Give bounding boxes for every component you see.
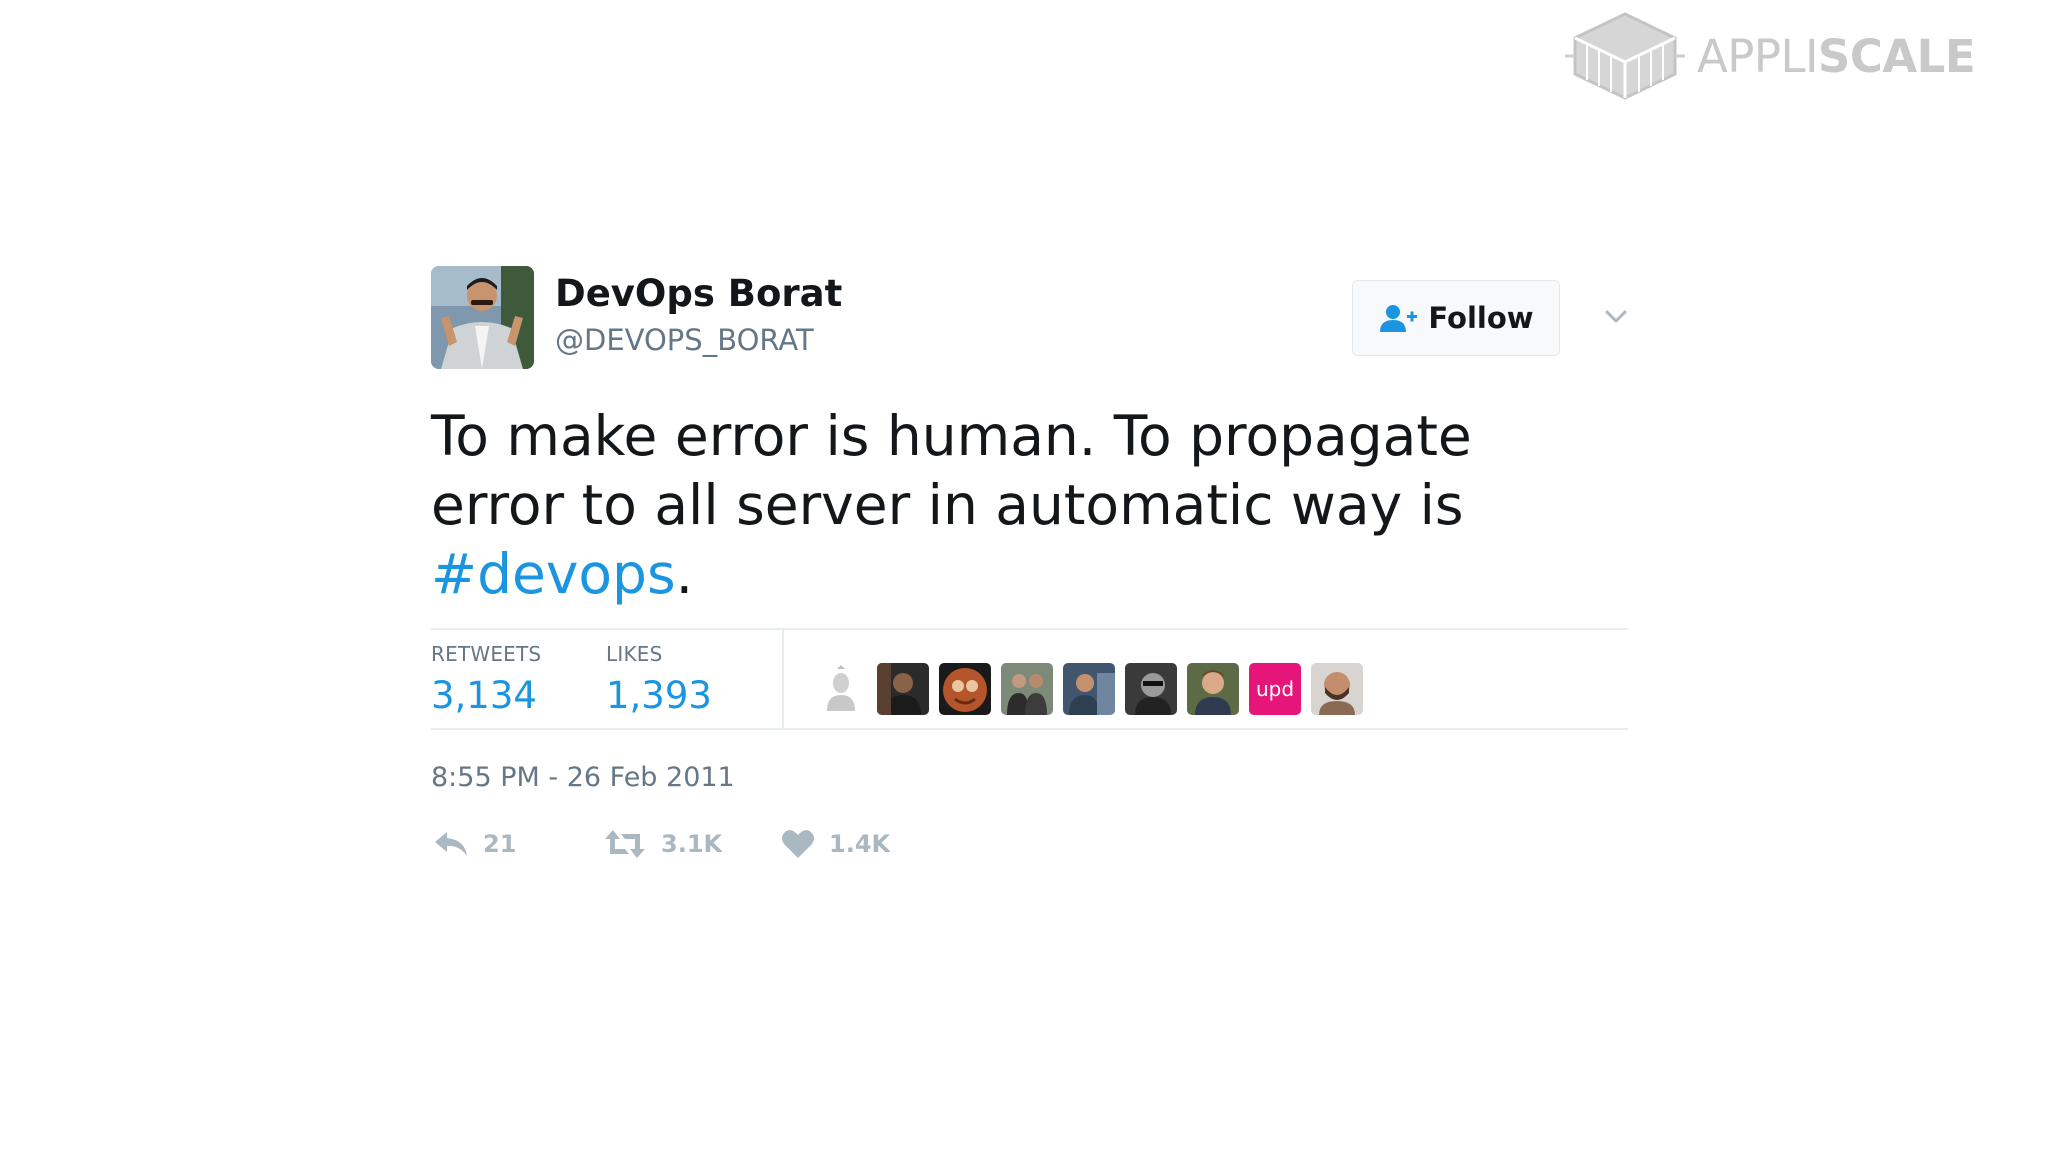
tweet-stats: RETWEETS 3,134 LIKES 1,393 upd — [431, 628, 1628, 728]
tweet-text: To make error is human. To propagate err… — [431, 402, 1628, 609]
author-handle[interactable]: @DEVOPS_BORAT — [555, 323, 814, 357]
like-button[interactable]: 1.4K — [781, 828, 890, 860]
tweet-header: DevOps Borat @DEVOPS_BORAT Follow — [431, 266, 1628, 371]
follow-button[interactable]: Follow — [1352, 280, 1560, 356]
author-display-name[interactable]: DevOps Borat — [555, 272, 842, 315]
tweet-actions: 21 3.1K 1.4K — [431, 828, 1031, 868]
profile-photo — [431, 266, 534, 369]
retweet-count: 3.1K — [661, 830, 723, 858]
liker-avatar[interactable] — [939, 663, 991, 715]
tweet-text-line: error to all server in automatic way is — [431, 473, 1464, 537]
user-avatar — [1311, 663, 1363, 715]
user-avatar — [1187, 663, 1239, 715]
liker-avatar[interactable] — [1125, 663, 1177, 715]
user-avatar — [939, 663, 991, 715]
divider — [431, 628, 1628, 630]
hashtag-link[interactable]: #devops — [431, 542, 676, 606]
likes-stat[interactable]: LIKES 1,393 — [606, 642, 712, 717]
heart-icon — [782, 830, 814, 858]
default-egg-avatar — [815, 663, 867, 715]
liker-avatar[interactable] — [815, 663, 867, 715]
retweets-count: 3,134 — [431, 674, 537, 717]
user-avatar — [877, 663, 929, 715]
user-avatar — [1125, 663, 1177, 715]
reply-icon — [435, 832, 467, 856]
slide: APPLISCALE DevOps Borat @DEVOPS_BORAT Fo… — [0, 0, 2048, 1152]
tweet-menu-button[interactable] — [1601, 302, 1631, 332]
chevron-down-icon — [1605, 310, 1627, 323]
likes-count: 1,393 — [606, 674, 712, 717]
liker-avatar[interactable] — [877, 663, 929, 715]
user-avatar — [1063, 663, 1115, 715]
stats-separator — [782, 628, 784, 728]
tweet-text-trailing: . — [675, 542, 694, 606]
reply-count: 21 — [483, 830, 517, 858]
likes-label: LIKES — [606, 642, 663, 666]
divider — [431, 728, 1628, 730]
retweets-label: RETWEETS — [431, 642, 542, 666]
brand-wordmark: APPLISCALE — [1697, 34, 1976, 79]
upd-logo-text: upd — [1256, 677, 1294, 701]
retweet-icon — [605, 830, 645, 858]
liker-avatar[interactable] — [1187, 663, 1239, 715]
liker-avatar[interactable]: upd — [1249, 663, 1301, 715]
appliscale-logo: APPLISCALE — [1565, 10, 1976, 102]
liker-avatar[interactable] — [1063, 663, 1115, 715]
upd-logo-avatar: upd — [1249, 663, 1301, 715]
tweet-card: DevOps Borat @DEVOPS_BORAT Follow To mak… — [431, 266, 1628, 858]
user-avatar — [1001, 663, 1053, 715]
reply-button[interactable]: 21 — [433, 828, 516, 860]
avatar[interactable] — [431, 266, 534, 369]
follow-button-label: Follow — [1428, 301, 1534, 335]
isometric-box-logo-icon — [1565, 12, 1685, 100]
add-user-icon — [1380, 305, 1418, 332]
tweet-text-line: #devops. — [431, 540, 1628, 609]
retweets-stat[interactable]: RETWEETS 3,134 — [431, 642, 541, 717]
brand-name-light: APPLI — [1697, 29, 1818, 83]
liker-avatar[interactable] — [1311, 663, 1363, 715]
like-count: 1.4K — [829, 830, 891, 858]
tweet-timestamp[interactable]: 8:55 PM - 26 Feb 2011 — [431, 762, 735, 793]
liker-avatars: upd — [815, 663, 1363, 715]
tweet-text-line: To make error is human. To propagate — [431, 404, 1472, 468]
liker-avatar[interactable] — [1001, 663, 1053, 715]
retweet-button[interactable]: 3.1K — [603, 828, 722, 860]
brand-name-bold: SCALE — [1817, 29, 1976, 83]
